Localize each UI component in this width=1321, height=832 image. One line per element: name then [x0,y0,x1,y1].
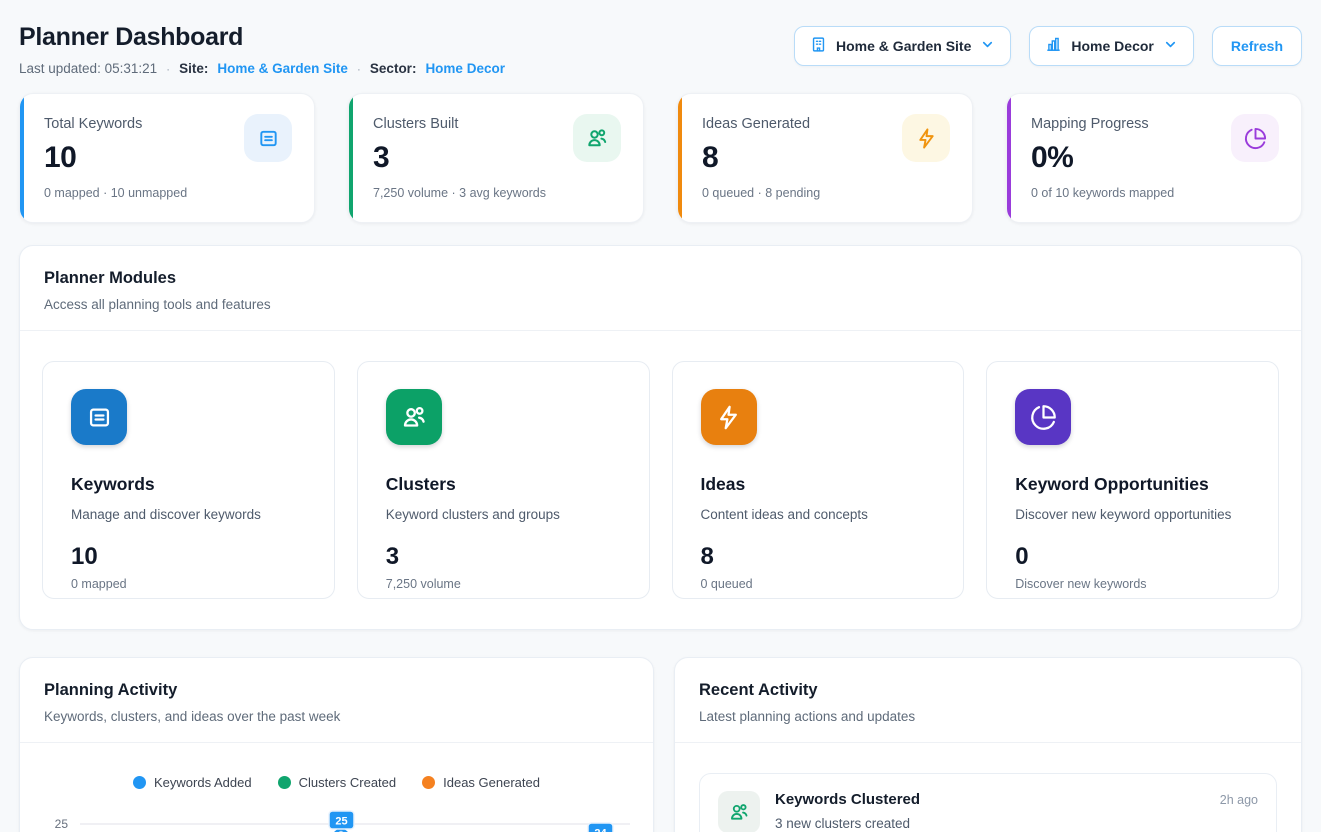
legend-item-clusters-created[interactable]: Clusters Created [278,775,397,790]
planner-dashboard-page: Planner Dashboard Last updated: 05:31:21… [0,0,1321,832]
legend-label: Clusters Created [299,775,397,790]
recent-activity-subtitle: Latest planning actions and updates [699,709,1277,724]
y-axis-tick: 25 [55,817,69,831]
module-description: Discover new keyword opportunities [1015,507,1250,522]
module-card-keywords[interactable]: Keywords Manage and discover keywords 10… [42,361,335,599]
stat-sub: 0 mapped · 10 unmapped [44,186,290,200]
page-title: Planner Dashboard [19,23,505,52]
planning-activity-subtitle: Keywords, clusters, and ideas over the p… [44,709,629,724]
stat-card-mapping-progress: Mapping Progress 0% 0 of 10 keywords map… [1006,93,1302,223]
stat-card-total-keywords: Total Keywords 10 0 mapped · 10 unmapped [19,93,315,223]
sector-selector-label: Home Decor [1071,38,1153,54]
meta-separator: · [166,62,170,76]
activity-item-description: 3 new clusters created [775,816,1258,831]
accent-bar [1007,94,1011,222]
module-sub: 0 queued [701,577,936,591]
sector-selector-dropdown[interactable]: Home Decor [1029,26,1193,66]
legend-label: Keywords Added [154,775,252,790]
page-header: Planner Dashboard Last updated: 05:31:21… [19,14,1302,76]
sector-label: Sector: [370,61,417,76]
planning-activity-header: Planning Activity Keywords, clusters, an… [20,658,653,743]
chevron-down-icon [1163,37,1178,55]
module-sub: 7,250 volume [386,577,621,591]
activity-item-time: 2h ago [1220,793,1258,807]
accent-bar [678,94,682,222]
modules-panel-subtitle: Access all planning tools and features [44,297,1277,312]
activity-item-title: Keywords Clustered [775,791,920,808]
module-title: Ideas [701,474,936,495]
site-label: Site: [179,61,208,76]
module-value: 0 [1015,543,1250,571]
module-sub: 0 mapped [71,577,306,591]
module-title: Clusters [386,474,621,495]
module-card-keyword-opportunities[interactable]: Keyword Opportunities Discover new keywo… [986,361,1279,599]
module-title: Keywords [71,474,306,495]
planning-activity-title: Planning Activity [44,681,629,700]
module-sub: Discover new keywords [1015,577,1250,591]
building-icon [810,36,827,56]
site-selector-label: Home & Garden Site [836,38,971,54]
legend-dot-orange [422,776,435,789]
modules-grid: Keywords Manage and discover keywords 10… [20,331,1301,629]
users-icon [573,114,621,162]
planning-activity-panel: Planning Activity Keywords, clusters, an… [19,657,654,832]
module-card-clusters[interactable]: Clusters Keyword clusters and groups 3 7… [357,361,650,599]
meta-separator: · [357,62,361,76]
document-icon [71,389,127,445]
pie-chart-icon [1231,114,1279,162]
activity-line-chart: 25 25 24 [20,802,653,832]
sector-link[interactable]: Home Decor [425,61,505,76]
recent-activity-header: Recent Activity Latest planning actions … [675,658,1301,743]
legend-item-keywords-added[interactable]: Keywords Added [133,775,252,790]
pie-chart-icon [1015,389,1071,445]
module-card-ideas[interactable]: Ideas Content ideas and concepts 8 0 que… [672,361,965,599]
module-description: Manage and discover keywords [71,507,306,522]
recent-activity-title: Recent Activity [699,681,1277,700]
stat-sub: 0 of 10 keywords mapped [1031,186,1277,200]
module-value: 3 [386,543,621,571]
lightning-icon [701,389,757,445]
legend-dot-blue [133,776,146,789]
chart-legend: Keywords Added Clusters Created Ideas Ge… [20,775,653,790]
svg-text:24: 24 [594,828,607,832]
lightning-icon [902,114,950,162]
users-icon [718,791,760,832]
planner-modules-panel: Planner Modules Access all planning tool… [19,245,1302,630]
last-updated-text: Last updated: 05:31:21 [19,61,157,76]
recent-activity-panel: Recent Activity Latest planning actions … [674,657,1302,832]
stat-card-ideas-generated: Ideas Generated 8 0 queued · 8 pending [677,93,973,223]
module-value: 10 [71,543,306,571]
modules-panel-header: Planner Modules Access all planning tool… [20,246,1301,331]
module-description: Content ideas and concepts [701,507,936,522]
refresh-button-label: Refresh [1231,38,1283,54]
legend-dot-green [278,776,291,789]
svg-text:25: 25 [335,816,347,828]
legend-item-ideas-generated[interactable]: Ideas Generated [422,775,540,790]
stat-card-clusters-built: Clusters Built 3 7,250 volume · 3 avg ke… [348,93,644,223]
module-value: 8 [701,543,936,571]
modules-panel-title: Planner Modules [44,269,1277,288]
data-label-badge-24: 24 [588,823,613,832]
stats-row: Total Keywords 10 0 mapped · 10 unmapped… [19,93,1302,223]
stat-sub: 7,250 volume · 3 avg keywords [373,186,619,200]
bar-chart-icon [1045,36,1062,56]
module-description: Keyword clusters and groups [386,507,621,522]
accent-bar [20,94,24,222]
site-link[interactable]: Home & Garden Site [217,61,348,76]
data-label-badge-25: 25 [329,811,354,829]
bottom-row: Planning Activity Keywords, clusters, an… [19,657,1302,832]
refresh-button[interactable]: Refresh [1212,26,1302,66]
module-title: Keyword Opportunities [1015,474,1250,495]
legend-label: Ideas Generated [443,775,540,790]
stat-sub: 0 queued · 8 pending [702,186,948,200]
document-icon [244,114,292,162]
chevron-down-icon [980,37,995,55]
site-selector-dropdown[interactable]: Home & Garden Site [794,26,1011,66]
users-icon [386,389,442,445]
activity-list: Keywords Clustered 2h ago 3 new clusters… [675,743,1301,832]
header-controls: Home & Garden Site Home Decor Refresh [794,26,1302,66]
page-meta: Last updated: 05:31:21 · Site: Home & Ga… [19,61,505,76]
accent-bar [349,94,353,222]
activity-item-keywords-clustered[interactable]: Keywords Clustered 2h ago 3 new clusters… [699,773,1277,832]
